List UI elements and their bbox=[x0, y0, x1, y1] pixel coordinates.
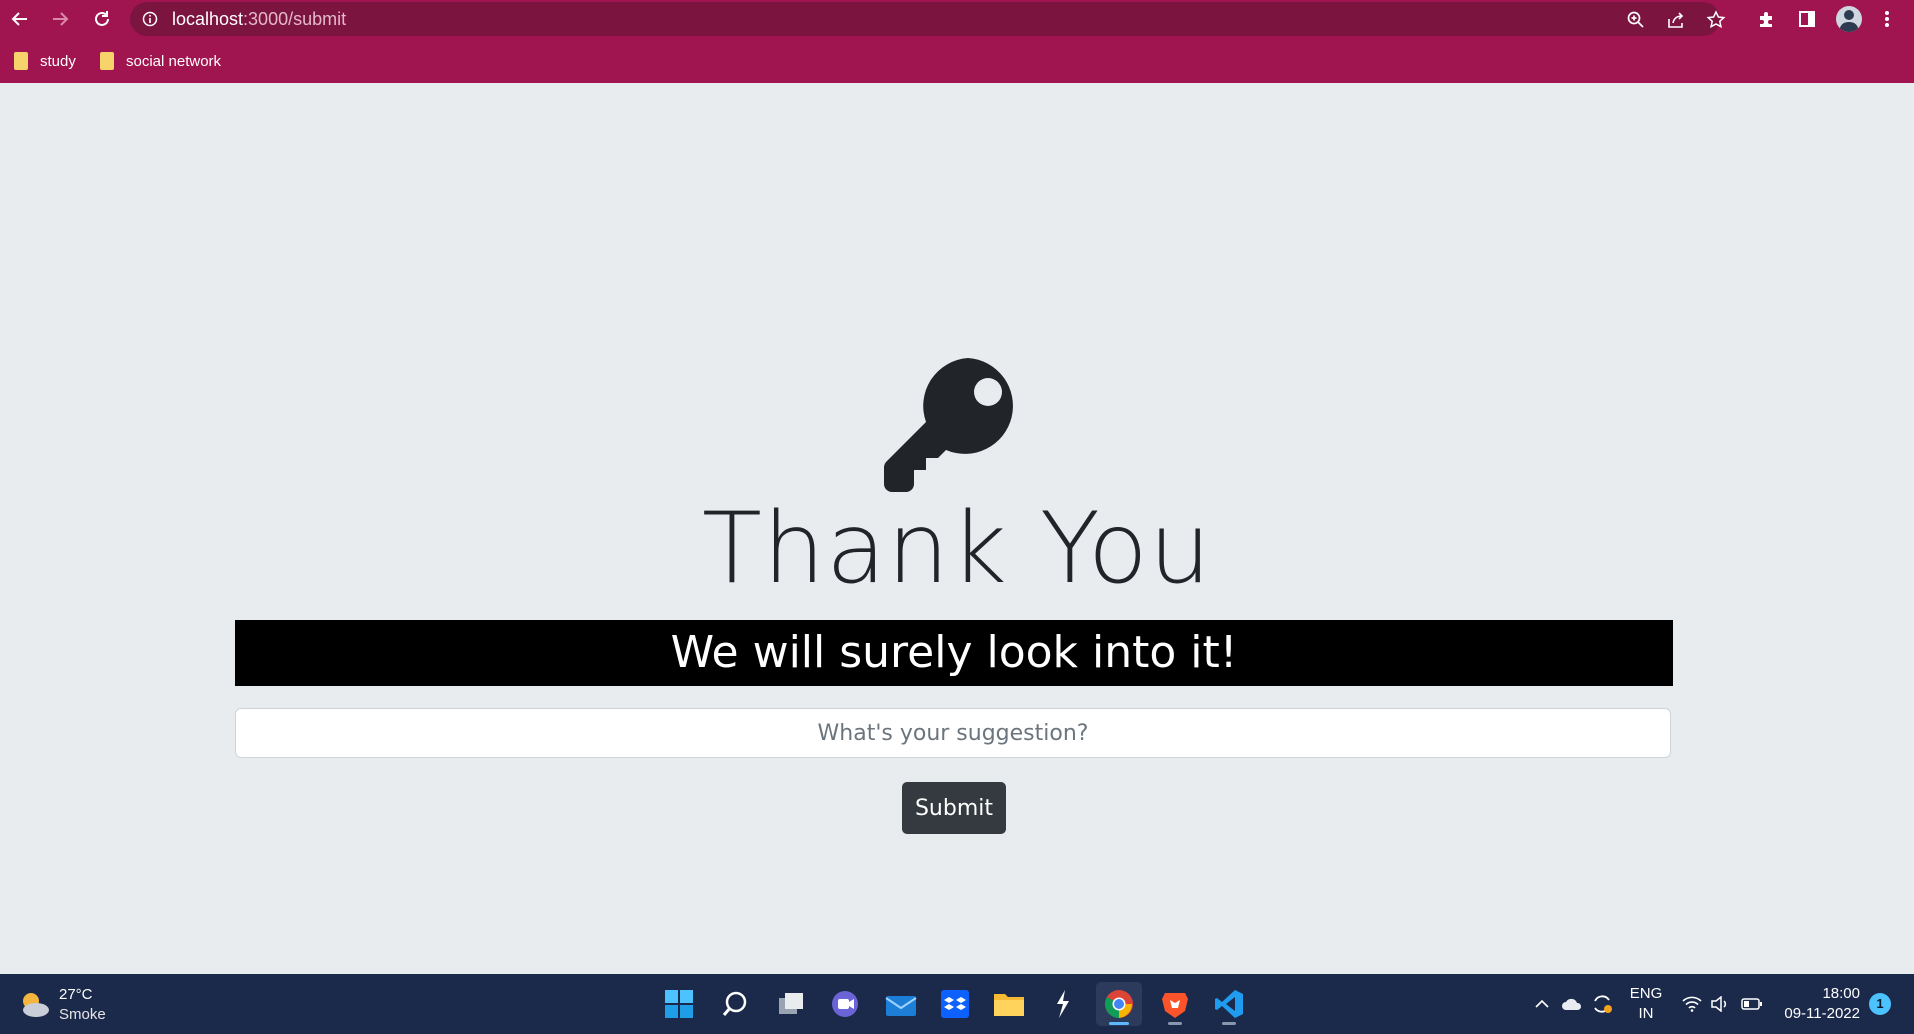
task-view-button[interactable] bbox=[768, 982, 814, 1026]
side-panel-icon bbox=[1799, 11, 1815, 27]
reload-icon bbox=[95, 11, 109, 26]
address-bar[interactable]: localhost:3000/submit bbox=[130, 2, 1726, 36]
brave-icon bbox=[1162, 993, 1188, 1018]
chrome-icon bbox=[1105, 990, 1133, 1018]
key-icon bbox=[884, 358, 1013, 492]
vscode-icon bbox=[1215, 990, 1243, 1018]
running-indicator bbox=[1168, 1022, 1182, 1025]
tray-overflow-button[interactable] bbox=[1530, 992, 1554, 1016]
share-icon[interactable] bbox=[1666, 10, 1686, 30]
network-button[interactable] bbox=[1680, 992, 1704, 1016]
reload-button[interactable] bbox=[86, 4, 118, 34]
clock-date: 09-11-2022 bbox=[1784, 1005, 1860, 1022]
folder-icon bbox=[994, 994, 1024, 1016]
profile-avatar[interactable] bbox=[1836, 6, 1862, 32]
mail-app-button[interactable] bbox=[878, 982, 924, 1026]
clock[interactable]: 18:00 09-11-2022 bbox=[1770, 984, 1860, 1024]
vscode-button[interactable] bbox=[1206, 982, 1252, 1026]
chat-icon bbox=[832, 991, 858, 1017]
forward-button[interactable] bbox=[44, 4, 76, 34]
volume-button[interactable] bbox=[1708, 992, 1732, 1016]
weather-temperature[interactable]: 27°C bbox=[59, 986, 93, 1003]
running-indicator bbox=[1222, 1022, 1236, 1025]
dropbox-button[interactable] bbox=[932, 982, 978, 1026]
bookmarks-bar: study social network bbox=[0, 38, 1914, 83]
bookmark-social-network[interactable]: social network bbox=[100, 50, 221, 72]
mail-icon bbox=[885, 996, 917, 1016]
submit-button[interactable]: Submit bbox=[902, 782, 1006, 834]
windows-icon bbox=[665, 990, 693, 1018]
file-explorer-button[interactable] bbox=[986, 982, 1032, 1026]
onedrive-button[interactable] bbox=[1560, 992, 1584, 1016]
avatar-icon bbox=[1839, 10, 1859, 32]
battery-icon bbox=[1741, 998, 1762, 1010]
browser-toolbar: localhost:3000/submit bbox=[0, 0, 1914, 38]
running-indicator bbox=[1109, 1022, 1129, 1025]
info-icon[interactable] bbox=[142, 11, 158, 27]
extensions-button[interactable] bbox=[1756, 8, 1778, 30]
search-button[interactable] bbox=[712, 982, 758, 1026]
language-indicator[interactable]: ENG IN bbox=[1628, 984, 1664, 1024]
kebab-menu-icon bbox=[1885, 11, 1889, 27]
bookmark-label: study bbox=[40, 52, 76, 70]
speaker-icon bbox=[1711, 996, 1727, 1012]
task-view-icon bbox=[779, 993, 803, 1014]
bookmark-label: social network bbox=[126, 52, 222, 70]
arrow-right-icon bbox=[53, 12, 69, 26]
chevron-up-icon bbox=[1535, 999, 1549, 1008]
search-icon bbox=[722, 991, 747, 1016]
taskbar: 27°C Smoke ENG IN 18:00 09-11-2022 1 bbox=[0, 974, 1914, 1034]
zoom-icon[interactable] bbox=[1626, 10, 1646, 30]
weather-icon[interactable] bbox=[18, 990, 50, 1020]
lightning-app-icon bbox=[1057, 990, 1069, 1018]
cloud-icon bbox=[1562, 998, 1582, 1010]
menu-button[interactable] bbox=[1876, 8, 1898, 30]
chrome-button[interactable] bbox=[1096, 982, 1142, 1026]
dropbox-icon bbox=[941, 990, 969, 1018]
app-s-button[interactable] bbox=[1040, 982, 1086, 1026]
folder-icon bbox=[100, 52, 114, 70]
sync-icon bbox=[1594, 995, 1612, 1013]
region-code: IN bbox=[1638, 1005, 1654, 1022]
start-button[interactable] bbox=[656, 982, 702, 1026]
puzzle-icon bbox=[1760, 12, 1772, 27]
language-code: ENG bbox=[1629, 985, 1663, 1002]
star-icon[interactable] bbox=[1706, 10, 1726, 30]
teams-chat-button[interactable] bbox=[822, 982, 868, 1026]
sync-button[interactable] bbox=[1590, 992, 1614, 1016]
page-title: Thank You bbox=[702, 492, 1212, 606]
back-button[interactable] bbox=[4, 4, 36, 34]
wifi-icon bbox=[1682, 996, 1702, 1012]
bookmark-study[interactable]: study bbox=[14, 50, 76, 72]
notification-badge[interactable]: 1 bbox=[1869, 993, 1891, 1015]
battery-button[interactable] bbox=[1740, 992, 1764, 1016]
weather-description[interactable]: Smoke bbox=[59, 1006, 106, 1023]
side-panel-button[interactable] bbox=[1796, 8, 1818, 30]
folder-icon bbox=[14, 52, 28, 70]
arrow-left-icon bbox=[11, 12, 27, 26]
brave-button[interactable] bbox=[1152, 982, 1198, 1026]
thank-you-banner: We will surely look into it! bbox=[235, 620, 1673, 686]
url-text[interactable]: localhost:3000/submit bbox=[172, 9, 346, 30]
suggestion-input[interactable] bbox=[235, 708, 1671, 758]
clock-time: 18:00 bbox=[1822, 985, 1860, 1002]
